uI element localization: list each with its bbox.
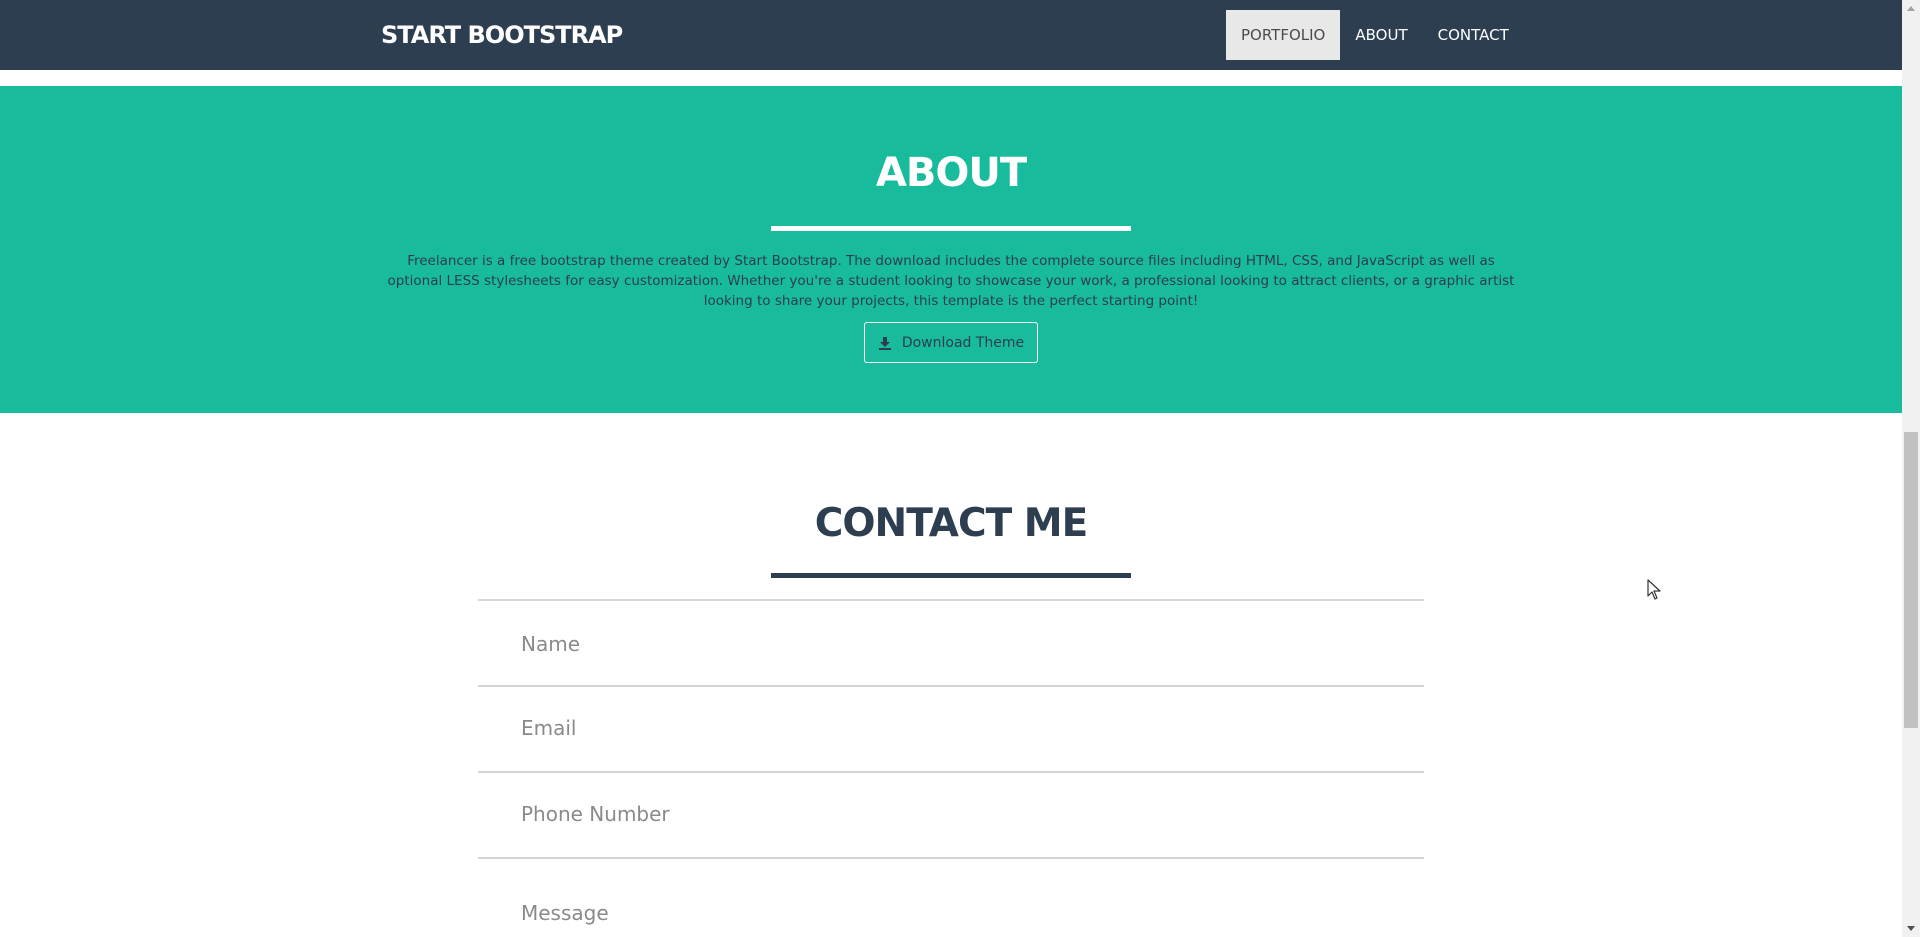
download-icon	[878, 336, 891, 350]
phone-input[interactable]	[521, 798, 1424, 830]
phone-field-group	[478, 773, 1424, 859]
about-divider	[771, 226, 1131, 231]
name-field-group	[478, 599, 1424, 687]
nav-link-contact[interactable]: CONTACT	[1423, 10, 1524, 60]
message-field-group	[478, 859, 1424, 937]
email-field-group	[478, 687, 1424, 773]
contact-divider	[771, 573, 1131, 578]
nav-link-portfolio[interactable]: PORTFOLIO	[1226, 10, 1341, 60]
brand-logo[interactable]: START BOOTSTRAP	[381, 19, 623, 51]
download-theme-button[interactable]: Download Theme	[864, 322, 1038, 363]
about-description: Freelancer is a free bootstrap theme cre…	[387, 253, 1515, 309]
message-input[interactable]	[521, 900, 1424, 932]
nav-links: PORTFOLIO ABOUT CONTACT	[1226, 10, 1524, 60]
name-input[interactable]	[521, 628, 1424, 660]
about-section: ABOUT Freelancer is a free bootstrap the…	[0, 86, 1902, 413]
download-theme-label: Download Theme	[901, 334, 1025, 351]
scroll-down-icon[interactable]	[1907, 926, 1915, 931]
page-scrollbar[interactable]	[1902, 0, 1920, 937]
mouse-cursor-icon	[1647, 579, 1661, 600]
navbar: START BOOTSTRAP PORTFOLIO ABOUT CONTACT	[0, 0, 1902, 70]
page: START BOOTSTRAP PORTFOLIO ABOUT CONTACT …	[0, 0, 1920, 937]
email-input[interactable]	[521, 712, 1424, 744]
scrollbar-thumb[interactable]	[1904, 432, 1918, 728]
about-title: ABOUT	[875, 150, 1027, 196]
nav-link-about[interactable]: ABOUT	[1340, 10, 1422, 60]
contact-title: CONTACT ME	[814, 501, 1088, 546]
scroll-up-icon[interactable]	[1907, 6, 1915, 11]
